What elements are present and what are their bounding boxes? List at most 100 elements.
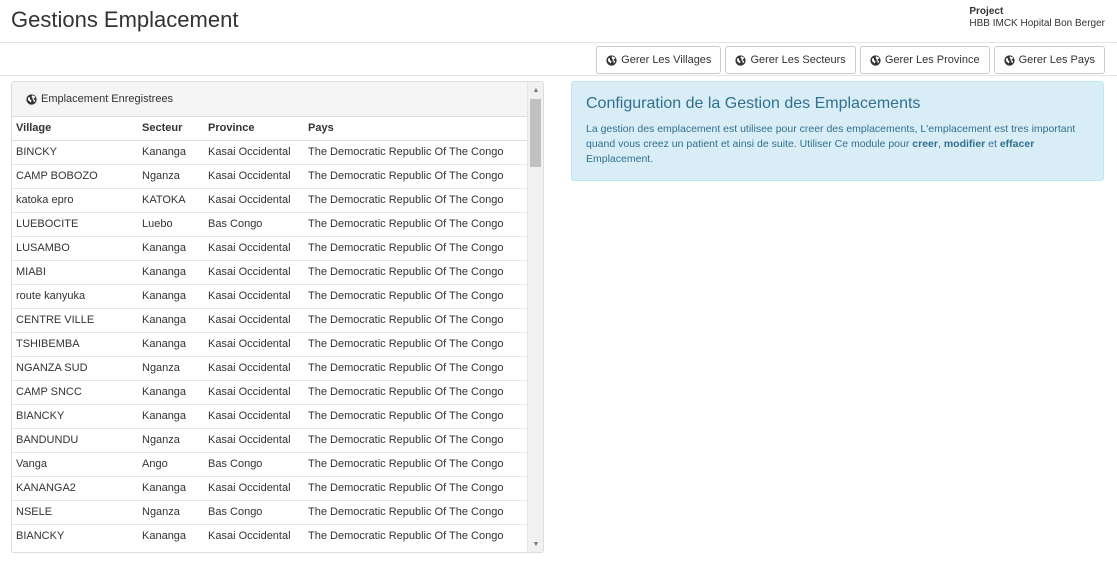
cell-village: route kanyuka (12, 283, 138, 308)
globe-icon (870, 54, 881, 66)
panel-title: Emplacement Enregistrees (41, 93, 174, 105)
table-row[interactable]: Vanga Ango Bas Congo The Democratic Republi… (12, 451, 528, 476)
locations-table: Village Secteur Province Pays BINCKY Kana… (12, 117, 528, 548)
panel-heading: Emplacement Enregistrees (12, 82, 528, 117)
button-label: Gerer Les Province (884, 54, 980, 66)
cell-province: Kasai Occidental (204, 355, 304, 380)
table-row[interactable]: route kanyuka Kananga Kasai Occidental The … (12, 283, 528, 308)
cell-province: Bas Congo (204, 499, 304, 524)
cell-secteur: Kananga (138, 259, 204, 284)
cell-village: LUEBOCITE (12, 211, 138, 236)
table-row[interactable]: TSHIBEMBA Kananga Kasai Occidental The Demo… (12, 331, 528, 356)
manage-sectors-button[interactable]: Gerer Les Secteurs (725, 46, 856, 74)
cell-village: LUSAMBO (12, 235, 138, 260)
info-title: Configuration de la Gestion des Emplacem… (586, 95, 921, 112)
cell-province: Bas Congo (204, 211, 304, 236)
table-row[interactable]: katoka epro KATOKA Kasai Occidental The Dem… (12, 187, 528, 212)
cell-province: Kasai Occidental (204, 283, 304, 308)
cell-province: Kasai Occidental (204, 379, 304, 404)
cell-village: NSELE (12, 499, 138, 524)
table-row[interactable]: NGANZA SUD Nganza Kasai Occidental The Demo… (12, 355, 528, 380)
cell-province: Kasai Occidental (204, 427, 304, 452)
cell-province: Kasai Occidental (204, 259, 304, 284)
column-header-pays[interactable]: Pays (304, 117, 528, 141)
cell-secteur: Nganza (138, 427, 204, 452)
table-row[interactable]: CENTRE VILLE Kananga Kasai Occidental The D… (12, 307, 528, 332)
manage-provinces-button[interactable]: Gerer Les Province (859, 46, 990, 74)
panel-body: Village Secteur Province Pays BINCKY Kana… (12, 117, 528, 552)
cell-village: BIANCKY (12, 523, 138, 548)
cell-pays: The Democratic Republic Of The Congo (304, 355, 528, 380)
table-body: BINCKY Kananga Kasai Occidental The Democra… (12, 139, 528, 548)
scroll-down-arrow-icon[interactable]: ▼ (528, 536, 543, 552)
cell-pays: The Democratic Republic Of The Congo (304, 307, 528, 332)
table-row[interactable]: CAMP BOBOZO Nganza Kasai Occidental The Dem… (12, 163, 528, 188)
table-row[interactable]: BIANCKY Kananga Kasai Occidental The Democr… (12, 403, 528, 428)
page-title: Gestions Emplacement (11, 7, 239, 32)
cell-village: katoka epro (12, 187, 138, 212)
table-row[interactable]: CAMP SNCC Kananga Kasai Occidental The Demo… (12, 379, 528, 404)
globe-icon (1003, 54, 1015, 66)
manage-countries-button[interactable]: Gerer Les Pays (993, 46, 1105, 74)
cell-secteur: Kananga (138, 283, 204, 308)
cell-pays: The Democratic Republic Of The Congo (304, 163, 528, 188)
cell-province: Kasai Occidental (204, 403, 304, 428)
table-row[interactable]: LUSAMBO Kananga Kasai Occidental The Democr… (12, 235, 528, 260)
column-header-secteur[interactable]: Secteur (138, 117, 204, 141)
cell-pays: The Democratic Republic Of The Congo (304, 427, 528, 452)
cell-secteur: Luebo (138, 211, 204, 236)
cell-secteur: Kananga (138, 235, 204, 260)
cell-pays: The Democratic Republic Of The Congo (304, 187, 528, 212)
cell-village: KANANGA2 (12, 475, 138, 500)
table-row[interactable]: BANDUNDU Nganza Kasai Occidental The Democr… (12, 427, 528, 452)
scroll-thumb[interactable] (530, 99, 541, 167)
button-label: Gerer Les Villages (621, 54, 712, 66)
cell-pays: The Democratic Republic Of The Congo (304, 235, 528, 260)
info-box: Configuration de la Gestion des Emplacem… (571, 81, 1104, 181)
cell-province: Kasai Occidental (204, 307, 304, 332)
globe-icon (606, 54, 617, 66)
globe-icon (26, 93, 37, 105)
cell-province: Kasai Occidental (204, 475, 304, 500)
cell-secteur: Kananga (138, 331, 204, 356)
cell-village: CAMP SNCC (12, 379, 138, 404)
cell-secteur: Kananga (138, 307, 204, 332)
cell-village: CENTRE VILLE (12, 307, 138, 332)
project-info: Project HBB IMCK Hopital Bon Berger (969, 6, 1105, 30)
info-text-part: Emplacement. (586, 153, 654, 165)
toolbar-buttons: Gerer Les Villages Gerer Les Secteurs Ge… (596, 46, 1105, 74)
table-row[interactable]: NSELE Nganza Bas Congo The Democratic Repub… (12, 499, 528, 524)
cell-province: Kasai Occidental (204, 523, 304, 548)
cell-pays: The Democratic Republic Of The Congo (304, 379, 528, 404)
project-label: Project (969, 6, 1004, 17)
table-header-row: Village Secteur Province Pays (12, 117, 528, 141)
cell-village: BINCKY (12, 139, 138, 164)
cell-pays: The Democratic Republic Of The Congo (304, 331, 528, 356)
table-row[interactable]: BINCKY Kananga Kasai Occidental The Democra… (12, 139, 528, 164)
table-row[interactable]: MIABI Kananga Kasai Occidental The Democrat… (12, 259, 528, 284)
cell-pays: The Democratic Republic Of The Congo (304, 259, 528, 284)
info-text: La gestion des emplacement est utilisee … (586, 122, 1089, 167)
cell-secteur: Nganza (138, 499, 204, 524)
globe-icon (735, 54, 747, 66)
cell-village: TSHIBEMBA (12, 331, 138, 356)
table-row[interactable]: BIANCKY Kananga Kasai Occidental The Democr… (12, 523, 528, 548)
table-row[interactable]: KANANGA2 Kananga Kasai Occidental The Democ… (12, 475, 528, 500)
project-name: HBB IMCK Hopital Bon Berger (969, 18, 1105, 29)
column-header-village[interactable]: Village (12, 117, 138, 141)
scroll-up-arrow-icon[interactable]: ▲ (528, 82, 543, 98)
cell-village: MIABI (12, 259, 138, 284)
info-keyword-modifier: modifier (943, 138, 986, 150)
cell-pays: The Democratic Republic Of The Congo (304, 283, 528, 308)
locations-panel: Emplacement Enregistrees Village Secteur… (11, 81, 544, 553)
cell-pays: The Democratic Republic Of The Congo (304, 211, 528, 236)
toolbar: Gerer Les Villages Gerer Les Secteurs Ge… (0, 44, 1117, 76)
cell-secteur: Nganza (138, 355, 204, 380)
column-header-province[interactable]: Province (204, 117, 304, 141)
cell-pays: The Democratic Republic Of The Congo (304, 523, 528, 548)
manage-villages-button[interactable]: Gerer Les Villages (596, 46, 722, 74)
page-header: Gestions Emplacement Project HBB IMCK Ho… (0, 0, 1117, 43)
cell-pays: The Democratic Republic Of The Congo (304, 139, 528, 164)
table-row[interactable]: LUEBOCITE Luebo Bas Congo The Democratic Re… (12, 211, 528, 236)
table-scrollbar[interactable]: ▲ ▼ (527, 82, 543, 552)
